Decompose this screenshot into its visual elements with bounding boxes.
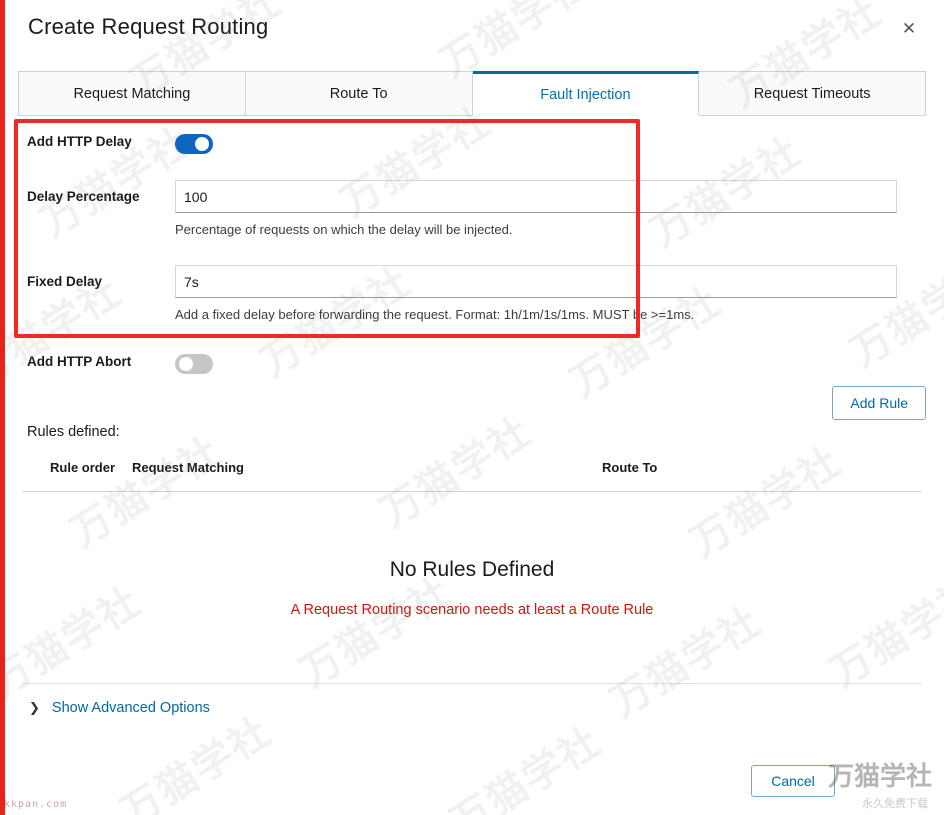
delay-percentage-label: Delay Percentage bbox=[27, 189, 140, 204]
watermark-tile: 万猫学社 bbox=[442, 718, 610, 815]
empty-state-message: A Request Routing scenario needs at leas… bbox=[290, 602, 654, 618]
add-http-delay-control bbox=[175, 134, 213, 159]
watermark-tile: 万猫学社 bbox=[0, 578, 150, 707]
show-advanced-options-toggle[interactable]: ❯ Show Advanced Options bbox=[29, 700, 210, 716]
delay-percentage-input[interactable] bbox=[175, 180, 897, 213]
tab-route-to[interactable]: Route To bbox=[245, 71, 473, 115]
fixed-delay-help: Add a fixed delay before forwarding the … bbox=[175, 307, 695, 322]
fixed-delay-control: Add a fixed delay before forwarding the … bbox=[175, 265, 897, 322]
empty-state-title: No Rules Defined bbox=[389, 558, 555, 581]
add-http-abort-toggle[interactable] bbox=[175, 354, 213, 374]
tab-request-timeouts[interactable]: Request Timeouts bbox=[699, 71, 926, 115]
add-http-abort-label: Add HTTP Abort bbox=[27, 354, 132, 369]
tab-bar: Request Matching Route To Fault Injectio… bbox=[18, 71, 926, 116]
column-header-request-matching: Request Matching bbox=[132, 460, 244, 475]
watermark-tile: 万猫学社 bbox=[682, 438, 850, 567]
rules-table-header: Rule order Request Matching Route To bbox=[22, 460, 922, 492]
toggle-knob bbox=[195, 137, 209, 151]
rules-table: Rule order Request Matching Route To No … bbox=[22, 460, 922, 618]
tab-request-matching[interactable]: Request Matching bbox=[18, 71, 246, 115]
add-http-delay-row: Add HTTP Delay bbox=[0, 134, 213, 159]
close-icon[interactable]: ✕ bbox=[896, 16, 922, 42]
site-watermark: kkpan.com bbox=[4, 799, 68, 810]
delay-percentage-help: Percentage of requests on which the dela… bbox=[175, 222, 513, 237]
add-http-delay-label: Add HTTP Delay bbox=[27, 134, 132, 149]
fixed-delay-input[interactable] bbox=[175, 265, 897, 298]
rules-defined-heading: Rules defined: bbox=[27, 424, 120, 440]
watermark-layer: 万猫学社 万猫学社 万猫学社 万猫学社 万猫学社 万猫学社 万猫学社 万猫学社 … bbox=[0, 0, 944, 815]
add-http-abort-row: Add HTTP Abort bbox=[0, 354, 213, 379]
column-header-rule-order: Rule order bbox=[50, 460, 116, 475]
section-divider bbox=[22, 683, 922, 684]
column-header-route-to: Route To bbox=[602, 460, 658, 475]
brand-watermark: 万猫学社 bbox=[827, 762, 932, 792]
page-title: Create Request Routing bbox=[28, 14, 269, 39]
brand-watermark-sub: 永久免费下载 bbox=[862, 797, 928, 810]
create-request-routing-dialog: 万猫学社 万猫学社 万猫学社 万猫学社 万猫学社 万猫学社 万猫学社 万猫学社 … bbox=[0, 0, 944, 815]
fixed-delay-row: Fixed Delay Add a fixed delay before for… bbox=[0, 265, 897, 322]
add-rule-button[interactable]: Add Rule bbox=[832, 386, 926, 420]
show-advanced-options-label: Show Advanced Options bbox=[51, 700, 210, 716]
toggle-knob bbox=[179, 357, 193, 371]
add-http-delay-toggle[interactable] bbox=[175, 134, 213, 154]
fixed-delay-label: Fixed Delay bbox=[27, 274, 103, 289]
left-red-rail bbox=[0, 0, 5, 815]
chevron-right-icon: ❯ bbox=[29, 700, 40, 716]
cancel-button[interactable]: Cancel bbox=[751, 765, 835, 797]
tab-fault-injection[interactable]: Fault Injection bbox=[472, 71, 700, 116]
add-http-abort-control bbox=[175, 354, 213, 379]
watermark-tile: 万猫学社 bbox=[112, 708, 280, 815]
delay-percentage-row: Delay Percentage Percentage of requests … bbox=[0, 180, 897, 237]
delay-percentage-control: Percentage of requests on which the dela… bbox=[175, 180, 897, 237]
